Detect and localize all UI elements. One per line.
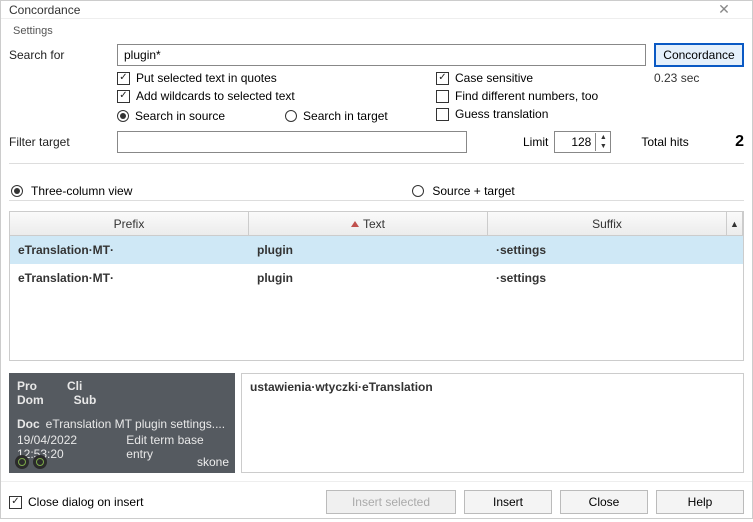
meta-cli: Cli (67, 379, 82, 393)
checkbox-put-quotes-label: Put selected text in quotes (136, 71, 277, 85)
window-title: Concordance (9, 3, 80, 17)
checkbox-guess-translation-label: Guess translation (455, 107, 548, 121)
checkbox-close-on-insert[interactable]: ✓Close dialog on insert (9, 495, 143, 509)
filter-input[interactable] (117, 131, 467, 153)
scroll-up-icon[interactable]: ▲ (727, 212, 743, 235)
meta-user: skone (197, 455, 229, 469)
col-suffix[interactable]: Suffix (488, 212, 727, 235)
limit-value[interactable] (555, 133, 595, 151)
spinner-up-icon[interactable]: ▲ (596, 133, 610, 142)
close-icon[interactable]: ✕ (704, 1, 744, 18)
spinner-down-icon[interactable]: ▼ (596, 142, 610, 151)
help-button[interactable]: Help (656, 490, 744, 514)
col-prefix[interactable]: Prefix (10, 212, 249, 235)
checkbox-guess-translation[interactable]: Guess translation (436, 107, 646, 121)
settings-group-label: Settings (13, 25, 744, 37)
checkbox-close-on-insert-label: Close dialog on insert (28, 495, 143, 509)
total-hits-value: 2 (735, 133, 744, 151)
radio-search-target-label: Search in target (303, 109, 388, 123)
insert-button[interactable]: Insert (464, 490, 552, 514)
results-table: Prefix Text Suffix ▲ eTranslation·MT· pl… (9, 211, 744, 361)
meta-dom: Dom (17, 393, 44, 407)
radio-source-target-label: Source + target (432, 184, 514, 198)
filter-label: Filter target (9, 135, 109, 149)
close-button[interactable]: Close (560, 490, 648, 514)
target-text: ustawienia·wtyczki·eTranslation (250, 380, 433, 394)
meta-doc-value: eTranslation MT plugin settings.... (46, 417, 225, 431)
meta-pro: Pro (17, 379, 37, 393)
globe-icon[interactable] (15, 455, 29, 469)
concordance-window: Concordance ✕ Settings Search for Concor… (0, 0, 753, 519)
radio-three-column-label: Three-column view (31, 184, 132, 198)
sort-asc-icon (351, 221, 359, 227)
checkbox-find-diff-numbers[interactable]: Find different numbers, too (436, 89, 646, 103)
meta-panel: Pro Cli Dom Sub Doc eTranslation MT plug… (9, 373, 235, 473)
search-label: Search for (9, 48, 109, 62)
checkbox-put-quotes[interactable]: ✓Put selected text in quotes (117, 71, 388, 85)
radio-search-source[interactable]: Search in source (117, 109, 225, 123)
titlebar: Concordance ✕ (1, 1, 752, 19)
meta-sub: Sub (74, 393, 97, 407)
radio-search-target[interactable]: Search in target (285, 109, 388, 123)
radio-search-source-label: Search in source (135, 109, 225, 123)
checkbox-add-wildcards-label: Add wildcards to selected text (136, 89, 295, 103)
table-row[interactable]: eTranslation·MT· plugin ·settings (10, 236, 743, 264)
target-panel[interactable]: ustawienia·wtyczki·eTranslation (241, 373, 744, 473)
globe-icon[interactable] (33, 455, 47, 469)
checkbox-case-sensitive[interactable]: ✓Case sensitive (436, 71, 646, 85)
col-text[interactable]: Text (249, 212, 488, 235)
meta-doc-label: Doc (17, 417, 40, 431)
checkbox-find-diff-numbers-label: Find different numbers, too (455, 89, 598, 103)
radio-three-column[interactable]: Three-column view (11, 184, 132, 198)
limit-spinner[interactable]: ▲▼ (554, 131, 611, 153)
search-input[interactable] (117, 44, 646, 66)
table-row[interactable]: eTranslation·MT· plugin ·settings (10, 264, 743, 292)
insert-selected-button: Insert selected (326, 490, 456, 514)
checkbox-add-wildcards[interactable]: ✓Add wildcards to selected text (117, 89, 388, 103)
limit-label: Limit (523, 135, 548, 149)
results-header: Prefix Text Suffix ▲ (10, 212, 743, 236)
concordance-button[interactable]: Concordance (654, 43, 744, 67)
radio-source-target[interactable]: Source + target (412, 184, 514, 198)
footer: ✓Close dialog on insert Insert selected … (1, 481, 752, 522)
search-time: 0.23 sec (654, 71, 744, 85)
checkbox-case-sensitive-label: Case sensitive (455, 71, 533, 85)
content-area: Settings Search for Concordance ✓Put sel… (1, 19, 752, 481)
total-hits-label: Total hits (641, 135, 688, 149)
